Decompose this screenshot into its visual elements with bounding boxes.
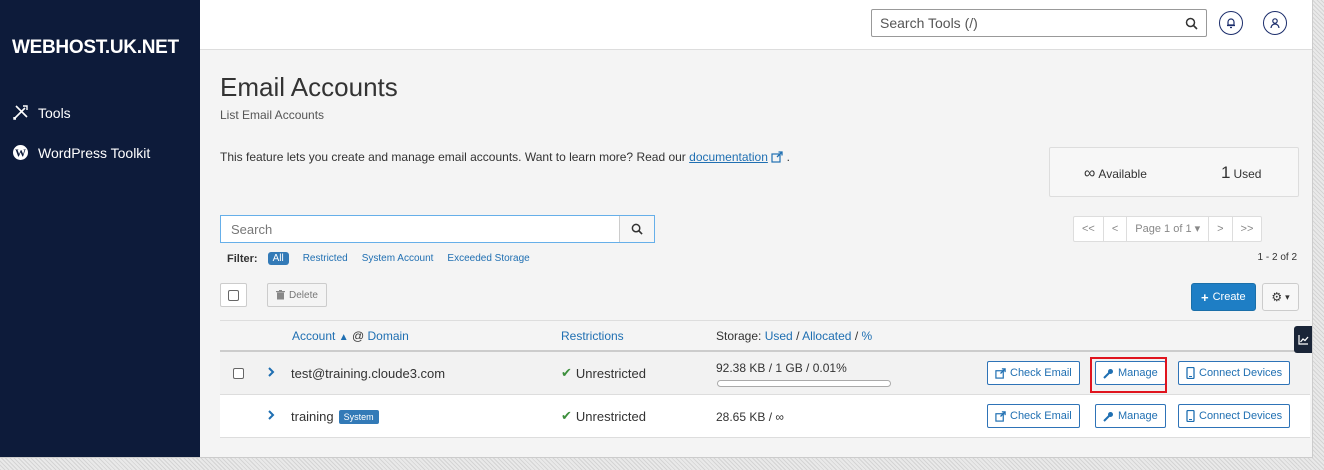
table-header: Account ▲ @ Domain Restrictions Storage:… (220, 320, 1310, 352)
wordpress-icon: W (12, 144, 29, 161)
used-stat: 1 Used (1221, 163, 1262, 182)
select-all-checkbox[interactable] (220, 283, 247, 307)
system-badge: System (338, 410, 379, 424)
sort-used[interactable]: Used (765, 329, 793, 343)
check-email-button[interactable]: Check Email (987, 404, 1080, 428)
create-button[interactable]: + Create (1191, 283, 1256, 311)
user-icon (1269, 17, 1281, 29)
email-search-box (220, 215, 655, 243)
connect-devices-button[interactable]: Connect Devices (1178, 361, 1291, 385)
account-name: test@training.cloude3.com (291, 366, 446, 381)
sidebar-item-wordpress-toolkit[interactable]: W WordPress Toolkit (12, 144, 150, 161)
sidebar-item-label: Tools (38, 104, 71, 121)
chart-panel-toggle[interactable] (1294, 326, 1312, 353)
chart-icon (1298, 334, 1309, 345)
tools-icon (12, 104, 29, 121)
sidebar: WEBHOST.UK.NET Tools W WordPress Toolkit (0, 0, 200, 457)
description-text: This feature lets you create and manage … (220, 150, 686, 164)
trash-icon (276, 290, 285, 300)
restriction-status[interactable]: ✔ Unrestricted (561, 365, 646, 381)
email-accounts-table: Account ▲ @ Domain Restrictions Storage:… (220, 320, 1310, 438)
restriction-status[interactable]: ✔ Unrestricted (561, 408, 646, 424)
sort-up-icon: ▲ (338, 332, 349, 343)
email-search-button[interactable] (619, 216, 654, 242)
account-name: training System (291, 409, 379, 424)
filter-label: Filter: (227, 252, 258, 265)
used-count: 1 (1221, 163, 1231, 182)
filter-system-account[interactable]: System Account (362, 253, 434, 264)
check-icon: ✔ (561, 408, 572, 423)
manage-button[interactable]: Manage (1095, 361, 1166, 385)
app-window: WEBHOST.UK.NET Tools W WordPress Toolkit (0, 0, 1313, 458)
sidebar-item-label: WordPress Toolkit (38, 144, 151, 161)
infinity-symbol: ∞ (1084, 165, 1096, 182)
account-stats: ∞ Available 1 Used (1049, 147, 1299, 197)
page-subtitle: List Email Accounts (220, 108, 325, 122)
svg-text:W: W (15, 148, 26, 160)
storage-header: Storage: Used / Allocated / % (716, 329, 873, 343)
table-row: test@training.cloude3.com ✔ Unrestricted… (220, 352, 1310, 395)
search-tools-box (871, 9, 1207, 37)
external-link-icon (995, 367, 1006, 379)
filter-exceeded-storage[interactable]: Exceeded Storage (447, 253, 529, 264)
page-title: Email Accounts (220, 72, 398, 102)
sort-domain[interactable]: Domain (367, 329, 408, 343)
search-icon[interactable] (1185, 17, 1206, 30)
mobile-icon (1186, 410, 1195, 422)
mobile-icon (1186, 367, 1195, 379)
external-link-icon[interactable] (771, 151, 783, 166)
main-content: Email Accounts List Email Accounts This … (220, 50, 1310, 457)
results-count: 1 - 2 of 2 (1257, 252, 1297, 263)
filter-bar: Filter: All Restricted System Account Ex… (227, 252, 530, 265)
documentation-link[interactable]: documentation (689, 150, 768, 164)
search-icon (631, 223, 643, 235)
expand-chevron-icon[interactable] (266, 365, 276, 382)
page-select[interactable]: Page 1 of 1 ▾ (1127, 217, 1210, 241)
storage-usage: 28.65 KB / ∞ (716, 410, 784, 424)
sort-percent[interactable]: % (862, 329, 873, 343)
filter-all[interactable]: All (267, 252, 289, 265)
prev-page-button[interactable]: < (1104, 217, 1128, 241)
caret-down-icon: ▾ (1285, 291, 1290, 302)
account-domain-header[interactable]: Account ▲ @ Domain (292, 329, 409, 343)
next-page-button[interactable]: > (1209, 217, 1233, 241)
brand-logo[interactable]: WEBHOST.UK.NET (12, 37, 179, 59)
first-page-button[interactable]: << (1074, 217, 1104, 241)
filter-restricted[interactable]: Restricted (303, 253, 348, 264)
connect-devices-button[interactable]: Connect Devices (1178, 404, 1291, 428)
last-page-button[interactable]: >> (1233, 217, 1262, 241)
restrictions-header[interactable]: Restrictions (561, 329, 624, 343)
user-menu-button[interactable] (1263, 11, 1287, 35)
delete-button[interactable]: Delete (267, 283, 327, 307)
pagination: << < Page 1 of 1 ▾ > >> (1073, 216, 1263, 242)
checkbox-box (228, 289, 239, 301)
wrench-icon (1103, 411, 1114, 422)
email-search-input[interactable] (221, 216, 619, 242)
top-bar (200, 0, 1312, 50)
plus-icon: + (1201, 289, 1209, 305)
external-link-icon (995, 410, 1006, 422)
bell-icon (1225, 17, 1237, 29)
check-email-button[interactable]: Check Email (987, 361, 1080, 385)
sort-account[interactable]: Account (292, 329, 335, 343)
caret-down-icon: ▾ (1194, 223, 1201, 235)
gear-icon: ⚙ (1271, 290, 1283, 304)
feature-description: This feature lets you create and manage … (220, 150, 790, 166)
available-stat: ∞ Available (1084, 165, 1147, 182)
settings-dropdown-button[interactable]: ⚙ ▾ (1262, 283, 1299, 311)
storage-usage: 92.38 KB / 1 GB / 0.01% (716, 361, 847, 375)
storage-progress-bar (717, 380, 891, 387)
table-row: training System ✔ Unrestricted 28.65 KB /… (220, 395, 1310, 438)
sort-allocated[interactable]: Allocated (802, 329, 851, 343)
row-checkbox[interactable] (233, 368, 244, 379)
sidebar-item-tools[interactable]: Tools (12, 104, 71, 121)
wrench-icon (1103, 368, 1114, 379)
check-icon: ✔ (561, 365, 572, 380)
manage-button[interactable]: Manage (1095, 404, 1166, 428)
search-tools-input[interactable] (872, 10, 1185, 36)
expand-chevron-icon[interactable] (266, 408, 276, 425)
notifications-button[interactable] (1219, 11, 1243, 35)
